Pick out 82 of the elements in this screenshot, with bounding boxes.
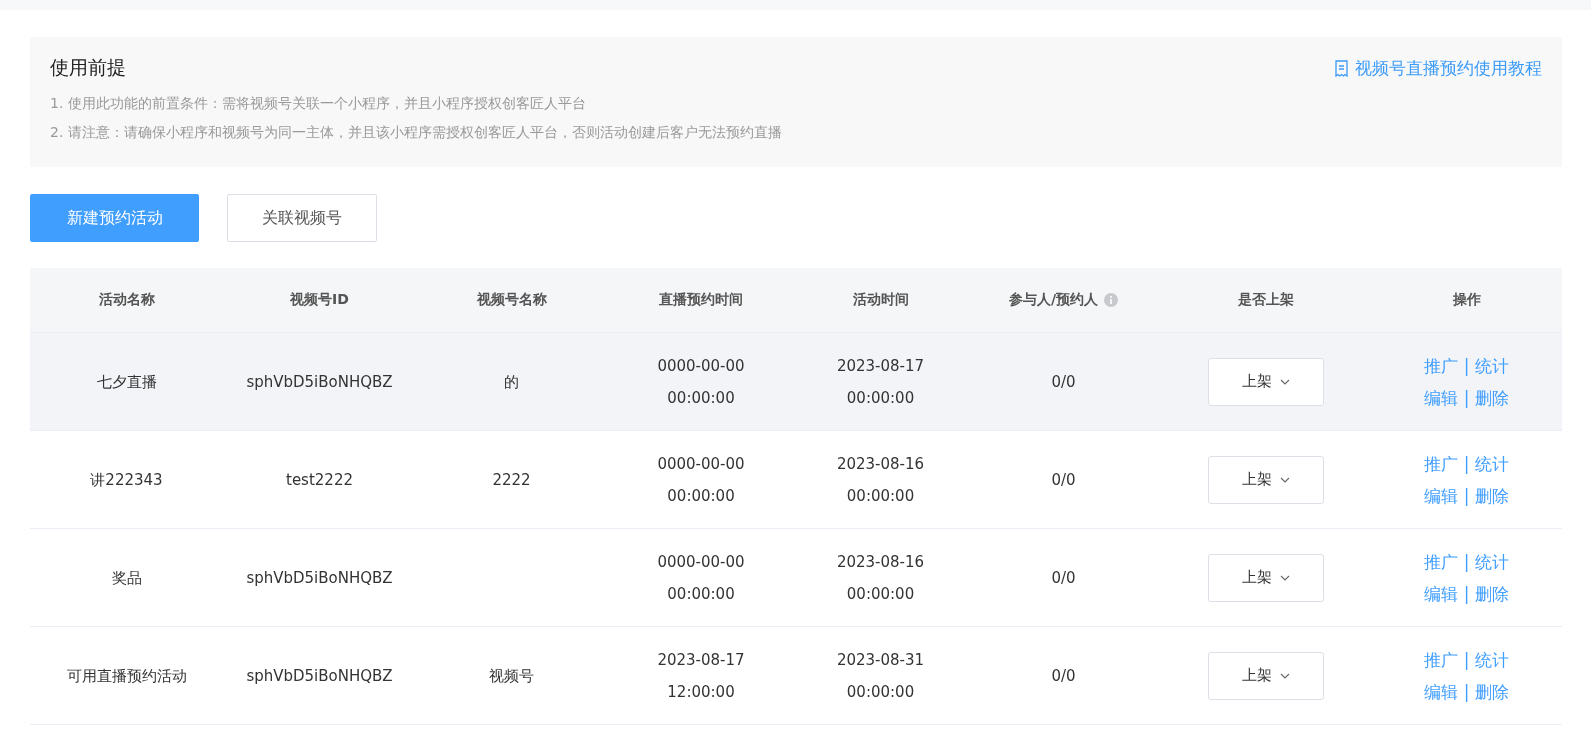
table-row[interactable]: 讲222343 test2222 2222 0000-00-00 00:00:00 2023-08-16 00:00:00 0/0 上架 推广 | 统计 编辑 | 删除 — [30, 431, 1562, 529]
table-cell-text: 0/0 — [1051, 371, 1076, 393]
table-cell-text: 0/0 — [1051, 665, 1076, 687]
column-header: 活动名称 — [98, 291, 155, 309]
action-link[interactable]: 统计 — [1475, 545, 1510, 578]
table-cell-text: 0000-00-00 — [657, 453, 745, 475]
caret-icon — [1280, 672, 1290, 679]
action-link[interactable]: 编辑 — [1423, 381, 1458, 414]
status-dropdown[interactable]: 上架 — [1208, 651, 1324, 700]
caret-icon — [1280, 476, 1290, 483]
table-cell-text: 00:00:00 — [846, 387, 915, 409]
separator: | — [1463, 452, 1470, 476]
table-cell-text: sphVbD5iBoNHQBZ — [246, 371, 393, 393]
status-dropdown[interactable]: 上架 — [1208, 553, 1324, 602]
action-link[interactable]: 统计 — [1475, 349, 1510, 382]
table-cell-text: 0000-00-00 — [657, 551, 745, 573]
table-cell-text: 2023-08-16 — [836, 453, 925, 475]
separator: | — [1463, 582, 1470, 606]
action-link[interactable]: 删除 — [1475, 479, 1510, 512]
column-header: 活动时间 — [852, 291, 909, 309]
separator: | — [1463, 386, 1470, 410]
separator: | — [1463, 354, 1470, 378]
create-button[interactable]: 新建预约活动 — [30, 194, 199, 242]
table-cell-text: 2023-08-31 — [836, 649, 925, 671]
table-cell-text: test2222 — [286, 469, 353, 491]
table-row[interactable]: 可用直播预约活动 sphVbD5iBoNHQBZ 视频号 2023-08-17 12:00:00 2023-08-31 00:00:00 0/0 上架 推广 | 统计 编辑 | 删除 — [30, 627, 1562, 725]
notice-text: 1. 使用此功能的前置条件：需将视频号关联一个小程序，并且小程序授权创客匠人平台 — [50, 94, 587, 113]
table-row[interactable]: 奖品 sphVbD5iBoNHQBZ 0000-00-00 00:00:00 2023-08-16 00:00:00 0/0 上架 推广 | 统计 编辑 | 删除 — [30, 529, 1562, 627]
action-link[interactable]: 删除 — [1475, 381, 1510, 414]
separator: | — [1463, 550, 1470, 574]
column-header: 直播预约时间 — [659, 291, 743, 309]
action-link[interactable]: 推广 — [1423, 349, 1458, 382]
table-cell-text: 0/0 — [1051, 469, 1076, 491]
table-cell-text: 00:00:00 — [667, 583, 735, 605]
table-row[interactable]: 七夕直播 sphVbD5iBoNHQBZ 的 0000-00-00 00:00:00 2023-08-17 00:00:00 0/0 上架 推广 | 统计 编辑 | 删除 — [30, 333, 1562, 431]
action-link[interactable]: 删除 — [1475, 675, 1510, 708]
table-cell-text: 00:00:00 — [846, 583, 915, 605]
caret-icon — [1280, 574, 1290, 581]
table-cell-text: sphVbD5iBoNHQBZ — [246, 665, 393, 687]
column-header: 操作 — [1452, 291, 1481, 309]
notice-text: 2. 请注意：请确保小程序和视频号为同一主体，并且该小程序需授权创客匠人平台，否则活动创建后客户无法预约直播 — [50, 123, 783, 142]
table-cell-text: 可用直播预约活动 — [66, 665, 187, 687]
table-cell-text: 七夕直播 — [96, 371, 157, 393]
table-cell-text: 00:00:00 — [846, 485, 915, 507]
separator: | — [1463, 484, 1470, 508]
column-header: 是否上架 — [1238, 291, 1294, 309]
table-cell-text: 0/0 — [1051, 567, 1076, 589]
table-cell-text: 的 — [504, 371, 519, 393]
action-link[interactable]: 统计 — [1475, 643, 1510, 676]
column-header: 视频号ID — [290, 291, 349, 309]
separator: | — [1463, 680, 1470, 704]
table-cell-text: 00:00:00 — [667, 387, 735, 409]
table-cell-text: 2023-08-17 — [657, 649, 745, 671]
table-cell-text: 00:00:00 — [667, 485, 735, 507]
table-cell-text: 奖品 — [111, 567, 142, 589]
link-channel-button[interactable]: 关联视频号 — [227, 194, 377, 242]
table-cell-text: 2222 — [492, 469, 531, 491]
action-link[interactable]: 编辑 — [1423, 675, 1458, 708]
document-icon — [1334, 60, 1349, 77]
table-cell-text: 2023-08-16 — [836, 551, 925, 573]
table-cell-text: 2023-08-17 — [836, 355, 925, 377]
action-link[interactable]: 删除 — [1475, 577, 1510, 610]
table-cell-text: 00:00:00 — [846, 681, 915, 703]
tutorial-link[interactable]: 视频号直播预约使用教程 — [1334, 57, 1542, 80]
status-dropdown[interactable]: 上架 — [1208, 357, 1324, 406]
table-cell-text: 讲222343 — [90, 469, 163, 491]
notice-title: 使用前提 — [50, 55, 126, 80]
action-link[interactable]: 统计 — [1475, 447, 1510, 480]
separator: | — [1463, 648, 1470, 672]
action-link[interactable]: 推广 — [1423, 545, 1458, 578]
table-cell-text: 0000-00-00 — [657, 355, 745, 377]
table-cell-text: 视频号 — [489, 665, 534, 687]
table-cell-text: sphVbD5iBoNHQBZ — [246, 567, 393, 589]
action-link[interactable]: 编辑 — [1423, 479, 1458, 512]
action-link[interactable]: 编辑 — [1423, 577, 1458, 610]
status-dropdown[interactable]: 上架 — [1208, 455, 1324, 504]
column-header: 视频号名称 — [476, 291, 547, 309]
table-cell-text: 12:00:00 — [667, 681, 735, 703]
column-header: 参与人/预约人 — [1008, 291, 1099, 309]
action-link[interactable]: 推广 — [1423, 643, 1458, 676]
action-link[interactable]: 推广 — [1423, 447, 1458, 480]
caret-icon — [1280, 378, 1290, 385]
